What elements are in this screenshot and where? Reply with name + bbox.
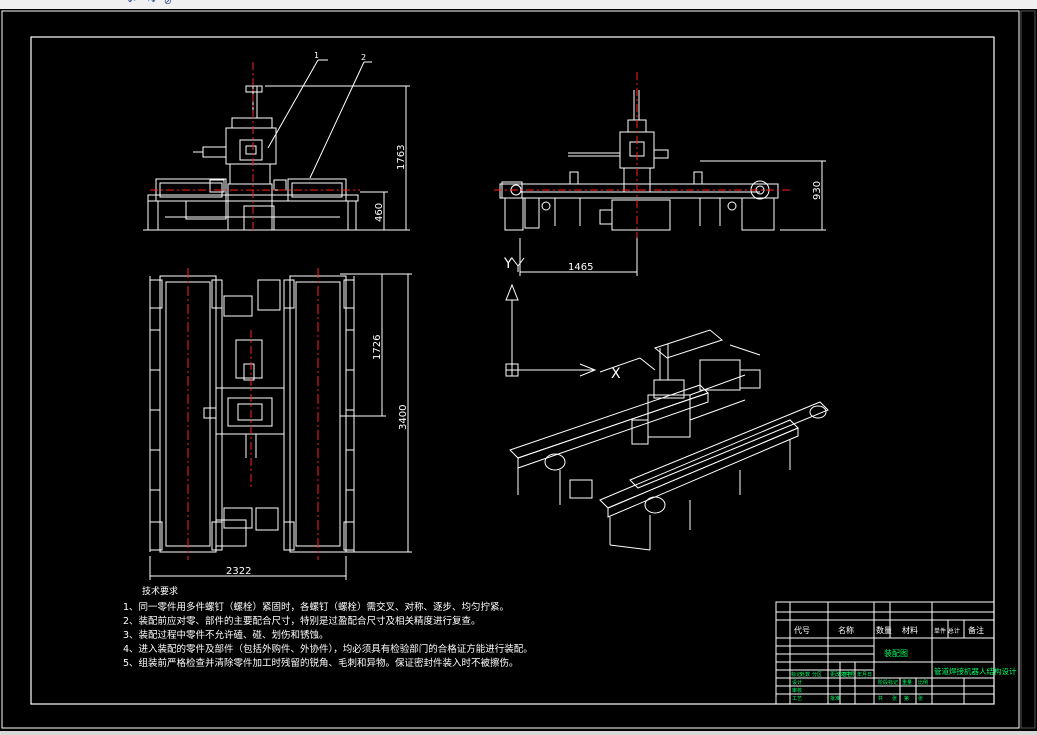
balloon-2: 2 <box>361 53 366 62</box>
vertical-scrollbar[interactable] <box>1020 10 1036 729</box>
dim-1763: 1763 <box>396 145 407 170</box>
tb-label-sign: 签名 <box>842 671 852 678</box>
tech-requirements-title: 技术要求 <box>142 587 179 597</box>
tech-requirement-2: 2、装配前应对零、部件的主要配合尺寸，特别是过盈配合尺寸及相关精度进行复查。 <box>123 616 481 627</box>
dim-1726: 1726 <box>372 335 383 360</box>
tech-requirement-1: 1、同一零件用多件螺钉（螺栓）紧固时，各螺钉（螺栓）需交叉、对称、逐步、均匀拧紧… <box>123 602 510 613</box>
tb-label-process: 工艺 <box>792 696 802 702</box>
ucs-x-label: X <box>611 366 621 382</box>
tech-requirement-4: 4、进入装配的零件及部件（包括外购件、外协件），均必须具有检验部门的合格证方能进… <box>123 644 533 655</box>
tb-label-approve: 批准 <box>830 695 840 702</box>
top-view <box>149 273 412 580</box>
window-top-strip: ↶ ↷ ⊘ <box>0 0 1037 9</box>
tb-label-count: 处数 <box>800 671 810 678</box>
balloon-1: 1 <box>314 51 319 60</box>
title-col-material: 材料 <box>902 625 918 635</box>
tb-label-weight: 重量 <box>902 679 912 686</box>
project-title: 管道焊接机器人结构设计 <box>934 666 1017 676</box>
tb-label-zone: 分区 <box>812 671 822 678</box>
ucs-icon <box>505 283 597 377</box>
tb-label-stage: 阶段标记 <box>878 679 898 686</box>
ucs-y-side <box>511 257 525 272</box>
title-col-remark: 备注 <box>968 625 984 635</box>
cancel-icon[interactable]: ⊘ <box>164 0 172 7</box>
tb-label-sheet1: 张 <box>892 695 897 702</box>
undo-icon[interactable]: ↶ <box>128 0 136 7</box>
dim-2322: 2322 <box>226 566 251 577</box>
drawing-name: 装配图 <box>884 648 908 658</box>
tech-requirement-5: 5、组装前严格检查并清除零件加工时残留的锐角、毛刺和异物。保证密封件装入时不被擦… <box>123 658 519 669</box>
tb-label-date: 年月日 <box>857 671 872 678</box>
ucs-y-label: Y <box>503 256 513 272</box>
dim-3400: 3400 <box>398 405 409 430</box>
dim-460: 460 <box>374 203 385 222</box>
side-view <box>499 90 826 276</box>
drawing-canvas[interactable]: 1 2 1763 460 930 1465 3400 1726 2322 Y X… <box>0 9 1037 731</box>
title-col-name: 名称 <box>838 625 854 635</box>
title-col-weight: 单件 总计 <box>934 627 960 635</box>
window-bottom-strip <box>0 731 1037 735</box>
redo-icon[interactable]: ↷ <box>148 0 156 7</box>
tb-label-no: 第 <box>904 695 909 702</box>
tb-label-sheet2: 张 <box>918 695 923 702</box>
title-col-qty: 数量 <box>876 625 892 635</box>
tb-label-total: 共 <box>878 695 883 702</box>
dim-930: 930 <box>812 181 823 200</box>
front-view <box>143 59 410 231</box>
dim-1465: 1465 <box>568 262 593 273</box>
tb-label-scale: 比例 <box>918 679 928 686</box>
title-col-code: 代号 <box>794 625 810 635</box>
tb-label-review: 审核 <box>792 687 802 694</box>
tb-label-design: 设计 <box>792 679 802 686</box>
isometric-view <box>509 329 829 551</box>
tech-requirement-3: 3、装配过程中零件不允许磕、碰、划伤和锈蚀。 <box>123 630 329 641</box>
